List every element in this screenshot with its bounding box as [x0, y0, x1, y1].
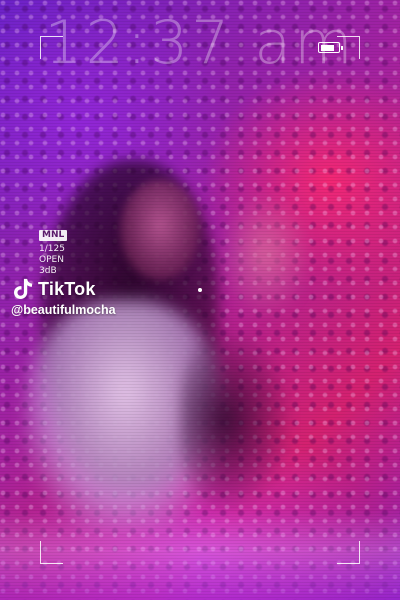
aperture-value: OPEN	[39, 255, 64, 265]
viewfinder-corner-bottom-left	[40, 541, 63, 564]
focus-corner-bottom-left	[163, 310, 175, 322]
creator-username: @beautifulmocha	[11, 303, 116, 317]
tiktok-watermark: TikTok	[12, 277, 96, 301]
tiktok-logo-icon	[14, 278, 32, 299]
video-frame[interactable]: 12:37 am MNL 1/125 OPEN 3dB TikTok @beau…	[0, 0, 400, 600]
focus-corner-top-right	[227, 258, 239, 270]
location-badge: MNL	[39, 230, 68, 241]
tiktok-brand-text: TikTok	[38, 278, 96, 299]
gain-value: 3dB	[39, 266, 57, 276]
focus-corner-top-left	[163, 258, 175, 270]
focus-corner-bottom-right	[227, 310, 239, 322]
person-jacket	[180, 330, 290, 510]
focus-center-dot	[198, 288, 202, 292]
battery-fill	[320, 44, 335, 51]
viewfinder-corner-top-left	[40, 36, 63, 59]
camera-settings-readout: MNL 1/125 OPEN 3dB	[39, 230, 68, 277]
shutter-speed: 1/125	[39, 244, 65, 254]
viewfinder-corner-bottom-right	[337, 541, 360, 564]
viewfinder-corner-top-right	[337, 36, 360, 59]
